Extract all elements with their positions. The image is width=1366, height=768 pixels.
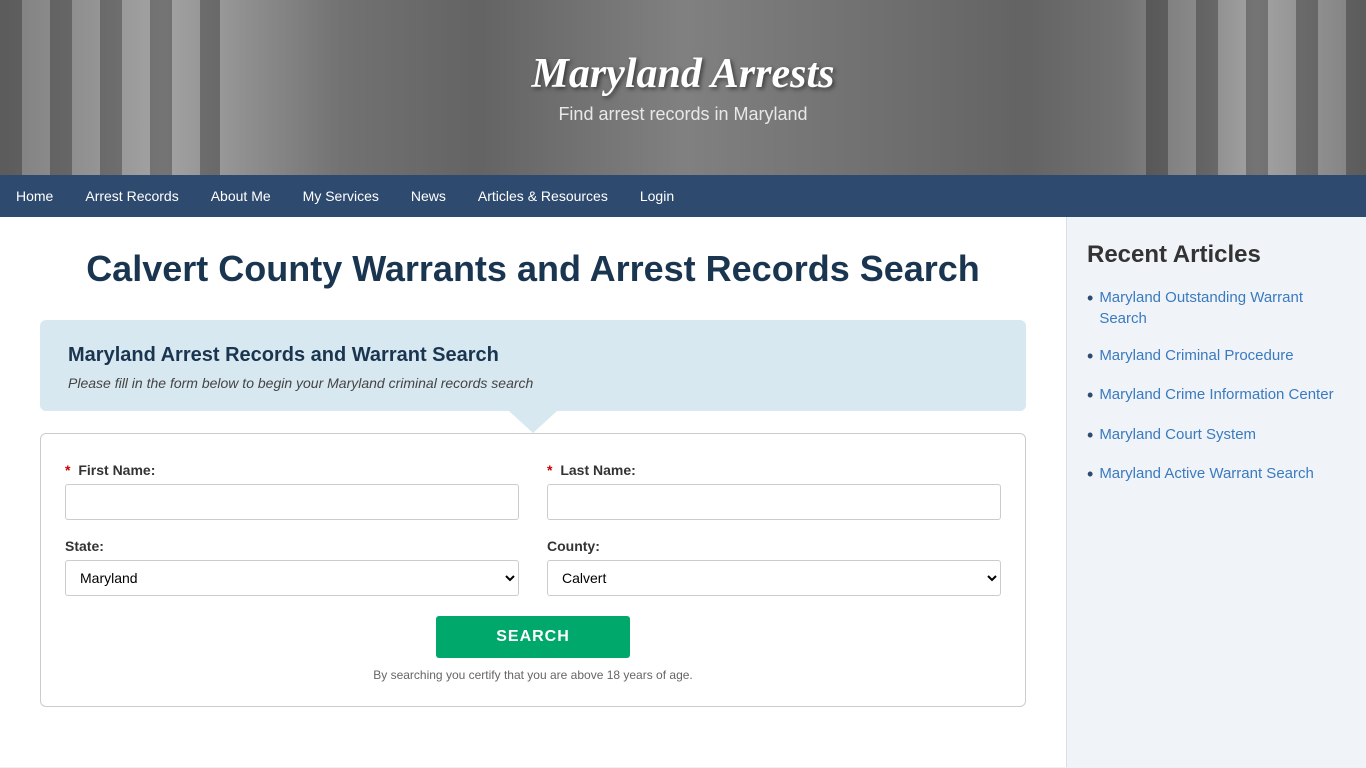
search-box-arrow	[509, 411, 557, 433]
state-group: State: Maryland Alabama Alaska Arizona A…	[65, 538, 519, 596]
search-box-subtitle: Please fill in the form below to begin y…	[68, 375, 998, 391]
first-name-required: *	[65, 462, 70, 478]
sidebar-article-item-4: • Maryland Court System	[1087, 424, 1346, 447]
county-group: County: Calvert Allegany Anne Arundel Ba…	[547, 538, 1001, 596]
bullet-icon-2: •	[1087, 345, 1093, 368]
sidebar-link-5[interactable]: Maryland Active Warrant Search	[1099, 463, 1314, 484]
main-content: Calvert County Warrants and Arrest Recor…	[0, 217, 1066, 767]
search-form-area: * First Name: * Last Name: State:	[40, 433, 1026, 707]
sidebar-link-1[interactable]: Maryland Outstanding Warrant Search	[1099, 287, 1346, 329]
first-name-input[interactable]	[65, 484, 519, 520]
nav-news[interactable]: News	[395, 175, 462, 217]
site-header: Maryland Arrests Find arrest records in …	[0, 0, 1366, 175]
search-button[interactable]: SEARCH	[436, 616, 630, 658]
site-subtitle: Find arrest records in Maryland	[531, 104, 834, 125]
header-bars-right	[1146, 0, 1366, 175]
form-disclaimer: By searching you certify that you are ab…	[65, 668, 1001, 682]
sidebar-link-4[interactable]: Maryland Court System	[1099, 424, 1256, 445]
sidebar-article-item-1: • Maryland Outstanding Warrant Search	[1087, 287, 1346, 329]
first-name-label: * First Name:	[65, 462, 519, 478]
bullet-icon-3: •	[1087, 384, 1093, 407]
search-box-title: Maryland Arrest Records and Warrant Sear…	[68, 344, 998, 367]
last-name-group: * Last Name:	[547, 462, 1001, 520]
sidebar-title: Recent Articles	[1087, 241, 1346, 269]
content-wrapper: Calvert County Warrants and Arrest Recor…	[0, 217, 1366, 767]
state-select[interactable]: Maryland Alabama Alaska Arizona Arkansas…	[65, 560, 519, 596]
sidebar-link-2[interactable]: Maryland Criminal Procedure	[1099, 345, 1293, 366]
sidebar-article-item-3: • Maryland Crime Information Center	[1087, 384, 1346, 407]
location-row: State: Maryland Alabama Alaska Arizona A…	[65, 538, 1001, 596]
state-label: State:	[65, 538, 519, 554]
nav-login[interactable]: Login	[624, 175, 690, 217]
county-select[interactable]: Calvert Allegany Anne Arundel Baltimore …	[547, 560, 1001, 596]
first-name-group: * First Name:	[65, 462, 519, 520]
nav-arrest-records[interactable]: Arrest Records	[69, 175, 194, 217]
nav-home[interactable]: Home	[0, 175, 69, 217]
header-bars-left	[0, 0, 220, 175]
sidebar: Recent Articles • Maryland Outstanding W…	[1066, 217, 1366, 767]
name-row: * First Name: * Last Name:	[65, 462, 1001, 520]
main-nav: Home Arrest Records About Me My Services…	[0, 175, 1366, 217]
bullet-icon-4: •	[1087, 424, 1093, 447]
sidebar-article-list: • Maryland Outstanding Warrant Search • …	[1087, 287, 1346, 487]
search-box-header: Maryland Arrest Records and Warrant Sear…	[40, 320, 1026, 411]
county-label: County:	[547, 538, 1001, 554]
nav-articles-resources[interactable]: Articles & Resources	[462, 175, 624, 217]
header-text: Maryland Arrests Find arrest records in …	[531, 50, 834, 125]
sidebar-article-item-2: • Maryland Criminal Procedure	[1087, 345, 1346, 368]
sidebar-article-item-5: • Maryland Active Warrant Search	[1087, 463, 1346, 486]
sidebar-link-3[interactable]: Maryland Crime Information Center	[1099, 384, 1333, 405]
last-name-label: * Last Name:	[547, 462, 1001, 478]
page-title: Calvert County Warrants and Arrest Recor…	[40, 247, 1026, 290]
last-name-required: *	[547, 462, 552, 478]
bullet-icon-1: •	[1087, 287, 1093, 310]
nav-my-services[interactable]: My Services	[287, 175, 395, 217]
nav-about-me[interactable]: About Me	[195, 175, 287, 217]
site-title: Maryland Arrests	[531, 50, 834, 98]
bullet-icon-5: •	[1087, 463, 1093, 486]
last-name-input[interactable]	[547, 484, 1001, 520]
